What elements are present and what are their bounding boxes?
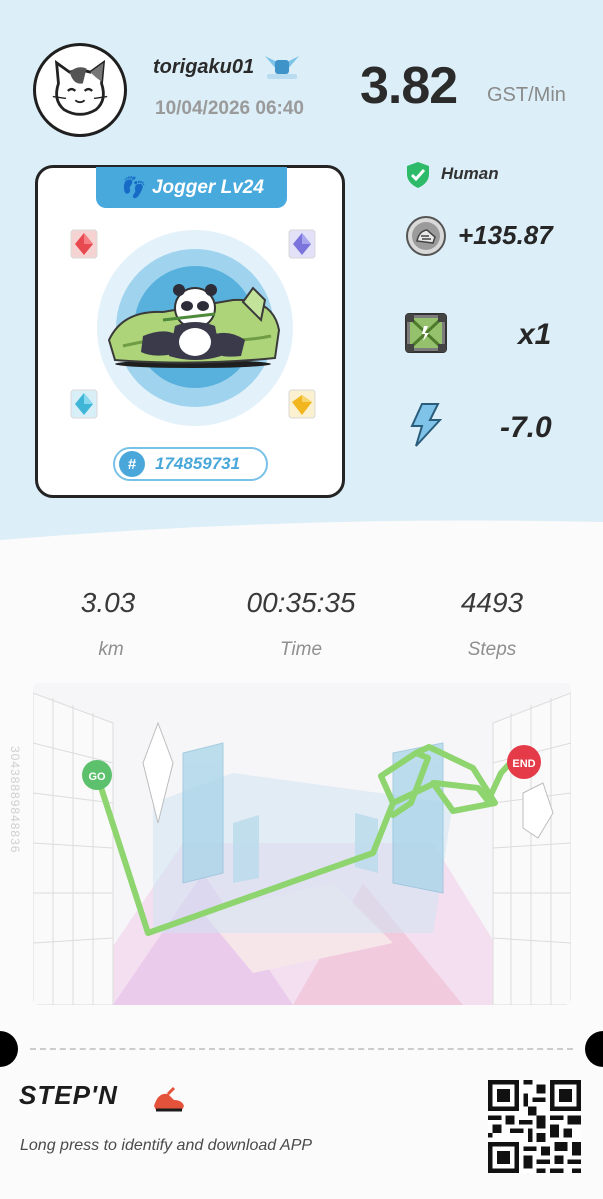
blue-gem-icon [70,389,98,419]
download-tagline: Long press to identify and download APP [20,1137,313,1154]
gst-rate-value: 3.82 [360,57,458,115]
human-verified-label: Human [441,164,499,183]
ticket-divider [30,1048,573,1050]
distance-value: 3.03 [80,587,136,618]
share-card: torigaku01 10/04/2026 06:40 3.82 GST/Min… [0,0,603,1199]
steps-label: Steps [467,639,517,660]
mystery-box-count: x1 [518,318,552,351]
shield-check-icon [407,162,429,188]
cat-avatar-icon [52,59,108,116]
download-qr-code[interactable] [488,1080,581,1173]
energy-bolt-icon [410,403,442,447]
sneaker-level-label: Jogger Lv24 [151,176,264,198]
distance-label: km [98,639,124,660]
avatar[interactable] [33,43,127,137]
steps-value: 4493 [460,587,524,618]
panda-sneaker-image [107,284,281,368]
purple-gem-icon [288,229,316,259]
time-value: 00:35:35 [246,587,356,618]
run-datetime: 10/04/2026 06:40 [155,98,304,119]
hash-icon: # [119,451,145,477]
route-end-marker: END [512,758,535,770]
time-label: Time [279,639,323,660]
stepn-logo: STEP'N [19,1080,118,1110]
sneaker-logo-icon [154,1086,184,1112]
earned-gst-value: +135.87 [458,220,553,250]
route-start-marker: GO [88,771,106,783]
ticket-notch-left [0,1031,18,1067]
sneaker-level-tab: 👣 Jogger Lv24 [96,167,287,208]
ticket-notch-right [585,1031,603,1067]
mystery-box-icon [405,313,447,353]
route-map: GO END [33,683,571,1005]
gst-coin-icon [406,216,446,256]
username: torigaku01 [153,56,255,78]
sneaker-id-pill: # 174859731 [113,447,268,481]
gst-rate-unit: GST/Min [487,84,566,106]
yellow-gem-icon [288,389,316,419]
sneaker-id: 174859731 [155,454,241,473]
card-serial-number: 30438889848836 [8,746,22,854]
red-gem-icon [70,229,98,259]
winged-badge-icon [265,56,299,79]
footprints-icon: 👣 [119,177,144,199]
energy-spent-value: -7.0 [500,411,552,444]
